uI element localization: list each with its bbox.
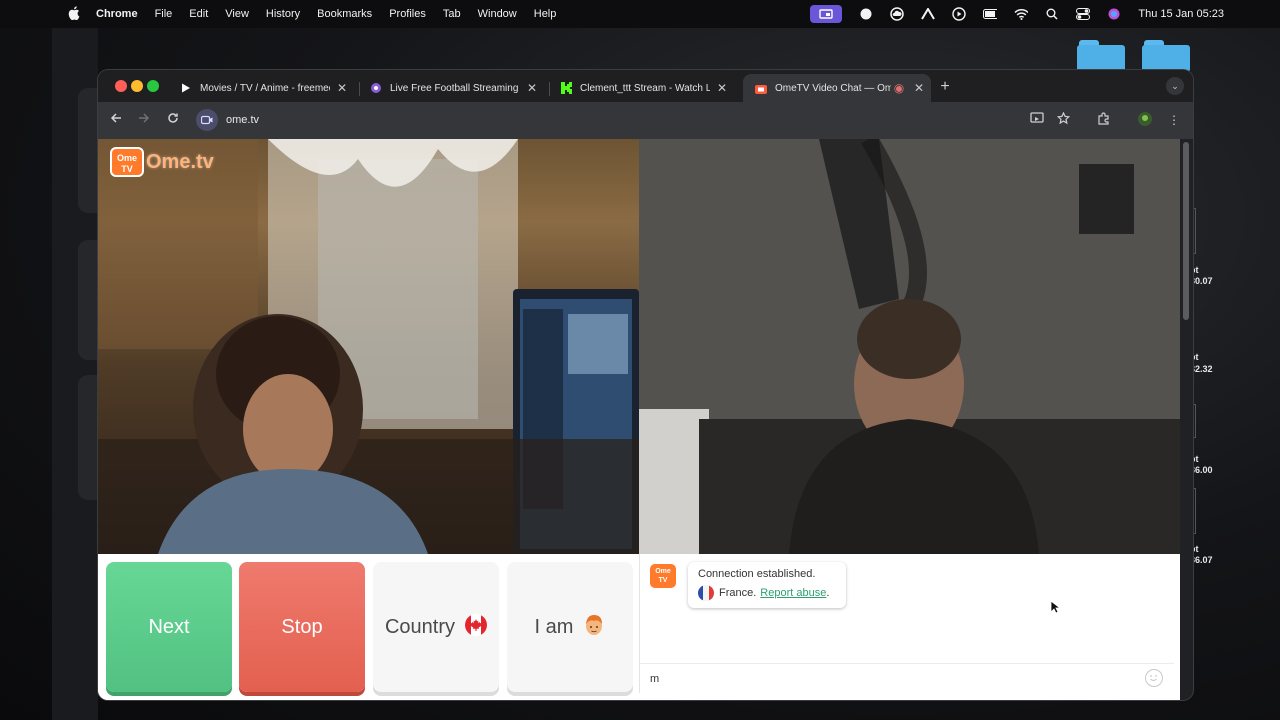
stop-button[interactable]: Stop	[239, 562, 365, 692]
wifi-icon[interactable]	[1014, 7, 1029, 21]
url-text[interactable]: ome.tv	[226, 114, 259, 126]
iam-label: I am	[534, 615, 574, 638]
profile-avatar[interactable]	[1137, 112, 1153, 128]
menu-edit[interactable]: Edit	[189, 8, 208, 20]
tab-movies[interactable]: Movies / TV / Anime - freemediaheckyeah …	[168, 74, 358, 102]
close-tab-icon[interactable]: ✕	[526, 81, 538, 95]
boy-avatar-icon	[583, 613, 605, 642]
menu-bookmarks[interactable]: Bookmarks	[317, 8, 372, 20]
country-label: Country	[384, 615, 456, 638]
mouse-cursor-icon	[1050, 600, 1062, 614]
menu-view[interactable]: View	[225, 8, 249, 20]
site-info-icon[interactable]	[196, 109, 218, 131]
back-button[interactable]	[108, 112, 124, 128]
browser-toolbar: ome.tv ⋮	[98, 102, 1193, 139]
circle-icon[interactable]	[859, 7, 873, 21]
new-tab-button[interactable]: +	[936, 78, 954, 96]
stranger-video-feed	[639, 139, 1180, 554]
side-value: 32.32	[1190, 364, 1213, 374]
menu-window[interactable]: Window	[478, 8, 517, 20]
tab-ometv-active[interactable]: OmeTV Video Chat — Omegle ◉ ✕	[743, 74, 931, 102]
chat-message-input[interactable]	[650, 670, 1130, 688]
country-button[interactable]: Country	[373, 562, 499, 692]
extensions-icon[interactable]	[1095, 112, 1111, 128]
stop-label: Stop	[281, 615, 323, 638]
system-message: Connection established. France. Report a…	[688, 562, 846, 608]
controls-panel: Next Stop Country I am	[98, 554, 639, 700]
bookmark-star-icon[interactable]	[1055, 111, 1071, 128]
menubar-clock[interactable]: Thu 15 Jan 05:23	[1138, 8, 1224, 20]
chat-input-row	[640, 663, 1174, 693]
close-window-button[interactable]	[115, 80, 127, 92]
close-tab-icon[interactable]: ✕	[913, 81, 925, 95]
menu-history[interactable]: History	[266, 8, 300, 20]
minimize-window-button[interactable]	[131, 80, 143, 92]
menu-file[interactable]: File	[155, 8, 173, 20]
side-value: 30.07	[1190, 276, 1213, 286]
ometv-page: Ome TV Ome.tv Next Stop Country I am Ome…	[98, 139, 1180, 700]
next-button[interactable]: Next	[106, 562, 232, 692]
address-bar[interactable]: ome.tv	[194, 107, 1054, 133]
screen-share-icon[interactable]	[810, 5, 843, 23]
ometv-icon	[755, 82, 767, 94]
arc-icon[interactable]	[921, 7, 936, 21]
tab-football[interactable]: Live Free Football Streaming ✕	[358, 74, 548, 102]
recording-icon: ◉	[893, 81, 905, 95]
search-icon[interactable]	[1045, 7, 1059, 21]
tab-title: OmeTV Video Chat — Omegle	[775, 82, 891, 94]
france-flag-icon	[698, 585, 714, 601]
close-tab-icon[interactable]: ✕	[336, 81, 348, 95]
play-icon[interactable]	[952, 7, 967, 21]
cast-icon[interactable]	[1029, 112, 1045, 128]
logo-badge: Ome TV	[110, 147, 144, 177]
next-label: Next	[148, 615, 190, 638]
folder-icon[interactable]	[1077, 40, 1125, 72]
canada-flag-icon	[465, 613, 488, 641]
play-icon	[180, 82, 192, 94]
ometv-chat-avatar: Ome TV	[650, 564, 676, 588]
siri-icon[interactable]	[1107, 7, 1121, 21]
page-scrollbar[interactable]	[1183, 142, 1189, 320]
ometv-logo[interactable]: Ome TV Ome.tv	[110, 147, 214, 177]
browser-window: Movies / TV / Anime - freemediaheckyeah …	[98, 70, 1193, 700]
side-value: 36.00	[1190, 465, 1213, 475]
gender-button[interactable]: I am	[507, 562, 633, 692]
menu-app-name[interactable]: Chrome	[96, 8, 138, 20]
forward-button[interactable]	[136, 112, 152, 128]
ball-icon	[370, 82, 382, 94]
control-center-icon[interactable]	[1076, 7, 1091, 21]
logo-text: Ome.tv	[146, 150, 214, 173]
battery-icon[interactable]	[983, 7, 998, 21]
close-tab-icon[interactable]: ✕	[716, 81, 728, 95]
folder-icon[interactable]	[1142, 40, 1190, 72]
side-value: 36.07	[1190, 555, 1213, 565]
tab-title: Live Free Football Streaming	[390, 82, 519, 94]
tab-strip: Movies / TV / Anime - freemediaheckyeah …	[98, 70, 1193, 102]
local-video-feed: Ome TV Ome.tv	[98, 139, 639, 554]
tab-title: Movies / TV / Anime - freemediaheckyeah	[200, 82, 330, 94]
menu-profiles[interactable]: Profiles	[389, 8, 426, 20]
reload-button[interactable]	[165, 112, 181, 128]
report-suffix: .	[826, 587, 830, 599]
apple-icon[interactable]	[66, 5, 82, 23]
menu-help[interactable]: Help	[534, 8, 557, 20]
menu-tab[interactable]: Tab	[443, 8, 461, 20]
chat-panel: Ome TV Connection established. France. R…	[639, 554, 1174, 693]
tab-search-icon[interactable]: ⌄	[1166, 77, 1184, 95]
more-menu-icon[interactable]: ⋮	[1166, 112, 1182, 128]
report-abuse-link[interactable]: Report abuse	[760, 587, 826, 599]
macos-menubar: Chrome File Edit View History Bookmarks …	[0, 0, 1280, 28]
tab-kick-stream[interactable]: Clement_ttt Stream - Watch Live ✕	[548, 74, 738, 102]
cloud-icon[interactable]	[890, 7, 905, 21]
connection-message: Connection established.	[698, 568, 816, 580]
tab-title: Clement_ttt Stream - Watch Live	[580, 82, 710, 94]
emoji-picker-icon[interactable]	[1145, 669, 1163, 687]
kick-icon	[560, 82, 572, 94]
zoom-window-button[interactable]	[147, 80, 159, 92]
stranger-country: France.	[719, 587, 757, 599]
